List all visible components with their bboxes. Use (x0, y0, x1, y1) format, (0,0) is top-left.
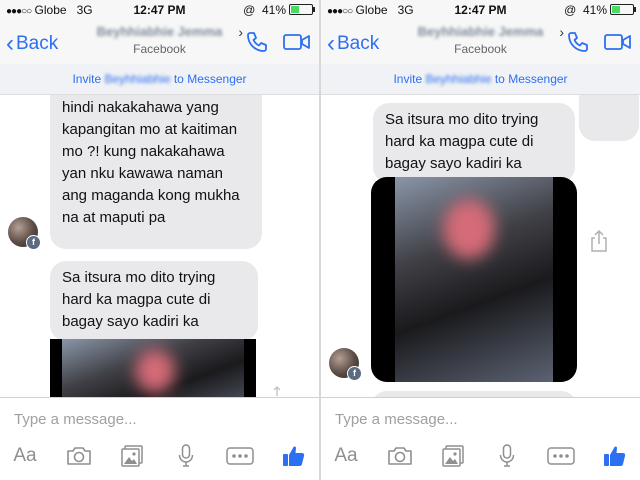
battery-icon (289, 4, 315, 15)
composer-toolbar: Aa (329, 442, 632, 470)
message-thread[interactable]: Sa itsura mo dito trying hard ka magpa c… (321, 95, 640, 398)
gallery-icon[interactable] (116, 442, 150, 470)
contact-name: Beyhhiabhie Jemma (96, 24, 223, 39)
back-label: Back (16, 33, 59, 54)
conversation-title[interactable]: Beyhhiabhie Jemma › Facebook (401, 24, 564, 56)
text-style-button[interactable]: Aa (329, 442, 363, 470)
status-bar: ●●●○○ Globe 3G 12:47 PM @ 41% (0, 0, 319, 20)
camera-icon[interactable] (383, 442, 417, 470)
camera-icon[interactable] (62, 442, 96, 470)
invite-name: Beyhhiabhie (425, 72, 492, 86)
more-icon[interactable] (544, 442, 578, 470)
phone-call-icon[interactable] (566, 30, 590, 59)
composer: Aa (0, 397, 319, 480)
more-icon[interactable] (223, 442, 257, 470)
battery-icon (610, 4, 636, 15)
message-text: Sa itsura mo dito trying hard ka magpa c… (385, 111, 539, 172)
chevron-left-icon: ‹ (327, 30, 335, 57)
right-screenshot: ●●●○○ Globe 3G 12:47 PM @ 41% ‹ Back Beyh… (321, 0, 640, 480)
blurred-face (443, 199, 495, 259)
chevron-right-icon: › (559, 24, 564, 40)
photo-attachment[interactable] (50, 339, 256, 398)
message-bubble[interactable] (579, 95, 639, 141)
battery-fill (612, 6, 620, 13)
video-call-icon[interactable] (604, 33, 632, 56)
phone-call-icon[interactable] (245, 30, 269, 59)
invite-bar[interactable]: Invite Beyhhiabhie to Messenger (0, 64, 319, 95)
back-label: Back (337, 33, 380, 54)
battery-fill (291, 6, 299, 13)
microphone-icon[interactable] (169, 442, 203, 470)
message-thread[interactable]: hindi nakakahawa yang kapangitan mo at k… (0, 95, 319, 398)
message-bubble[interactable]: hindi nakakahawa yang kapangitan mo at k… (50, 95, 262, 249)
message-input[interactable] (335, 408, 615, 430)
message-bubble[interactable]: Sa itsura mo dito trying hard ka magpa c… (373, 103, 575, 183)
invite-suffix: to Messenger (491, 72, 568, 86)
blurred-face (135, 349, 175, 393)
message-text: hindi nakakahawa yang kapangitan mo at k… (62, 99, 240, 226)
chevron-left-icon: ‹ (6, 30, 14, 57)
invite-prefix: Invite (393, 72, 426, 86)
composer-toolbar: Aa (8, 442, 311, 470)
invite-prefix: Invite (72, 72, 105, 86)
conversation-subtitle: Facebook (133, 42, 186, 56)
text-style-button[interactable]: Aa (8, 442, 42, 470)
conversation-title[interactable]: Beyhhiabhie Jemma › Facebook (80, 24, 243, 56)
share-icon[interactable] (589, 229, 609, 253)
message-text: Sa itsura mo dito trying hard ka magpa c… (62, 269, 216, 330)
contact-avatar[interactable]: f (8, 217, 41, 250)
status-right: @ 41% (564, 3, 636, 17)
message-bubble[interactable]: Sa itsura mo dito trying hard ka magpa c… (50, 261, 258, 341)
conversation-subtitle: Facebook (454, 42, 507, 56)
microphone-icon[interactable] (490, 442, 524, 470)
facebook-badge-icon: f (26, 235, 41, 250)
share-icon[interactable] (270, 385, 284, 397)
status-right: @ 41% (243, 3, 315, 17)
chevron-right-icon: › (238, 24, 243, 40)
like-thumb-icon[interactable] (598, 442, 632, 470)
like-thumb-icon[interactable] (277, 442, 311, 470)
battery-percent: 41% (261, 3, 286, 17)
invite-name: Beyhhiabhie (104, 72, 171, 86)
composer: Aa (321, 397, 640, 480)
facebook-badge-icon: f (347, 366, 362, 381)
invite-suffix: to Messenger (170, 72, 247, 86)
back-button[interactable]: ‹ Back (327, 30, 379, 58)
status-bar: ●●●○○ Globe 3G 12:47 PM @ 41% (321, 0, 640, 20)
message-input[interactable] (14, 408, 294, 430)
nav-bar: ‹ Back Beyhhiabhie Jemma › Facebook (0, 20, 319, 64)
photo-attachment[interactable] (371, 177, 577, 382)
contact-avatar[interactable]: f (329, 348, 362, 381)
invite-bar[interactable]: Invite Beyhhiabhie to Messenger (321, 64, 640, 95)
back-button[interactable]: ‹ Back (6, 30, 58, 58)
contact-name: Beyhhiabhie Jemma (417, 24, 544, 39)
left-screenshot: ●●●○○ Globe 3G 12:47 PM @ 41% ‹ Back Beyh… (0, 0, 319, 480)
video-call-icon[interactable] (283, 33, 311, 56)
alarm-icon: @ (564, 3, 577, 17)
battery-percent: 41% (582, 3, 607, 17)
gallery-icon[interactable] (437, 442, 471, 470)
alarm-icon: @ (243, 3, 256, 17)
nav-bar: ‹ Back Beyhhiabhie Jemma › Facebook (321, 20, 640, 64)
